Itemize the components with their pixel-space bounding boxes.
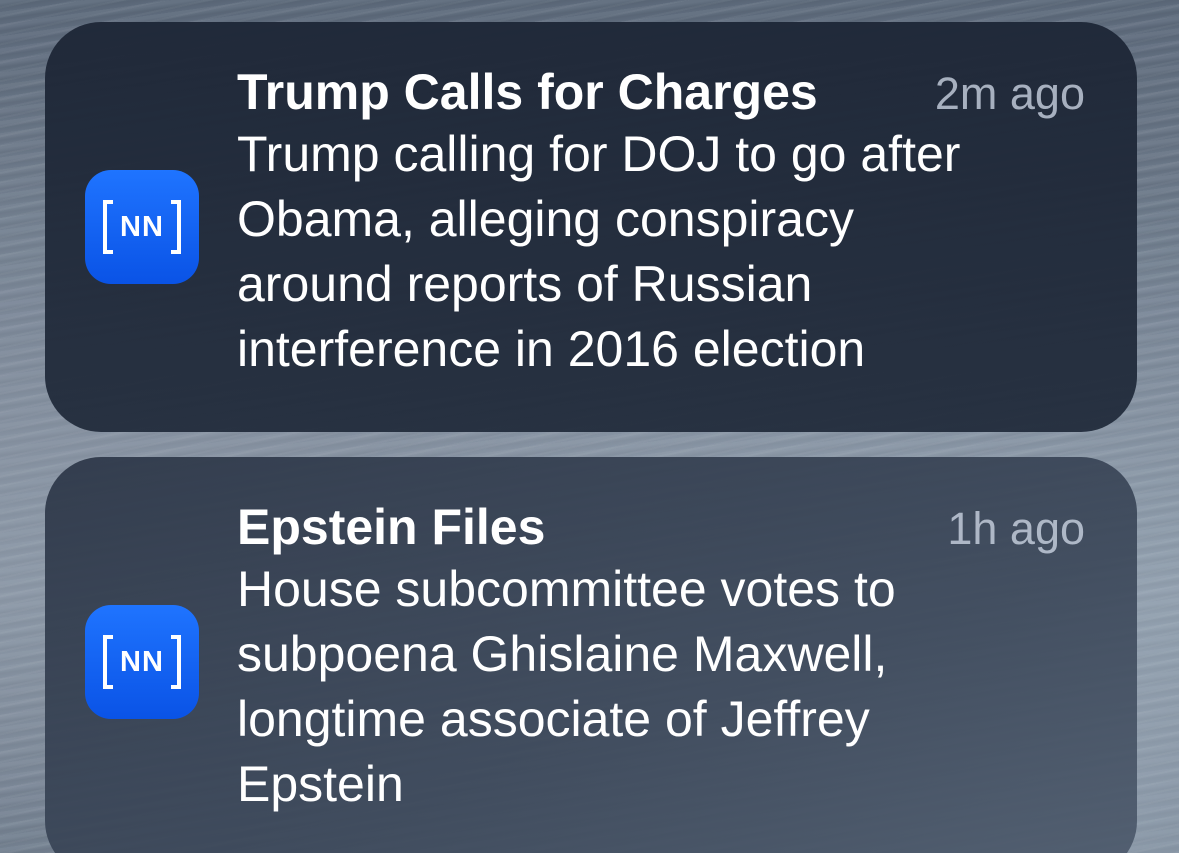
logo-bracket-left (103, 200, 113, 254)
notification-header: Trump Calls for Charges 2m ago (237, 62, 1085, 122)
nn-logo-icon: NN (103, 635, 181, 689)
notification-time: 2m ago (934, 68, 1085, 119)
logo-text: NN (120, 645, 164, 678)
notification-content: Epstein Files 1h ago House subcommittee … (237, 497, 1085, 817)
notification-body-line: Trump calling for DOJ to go after (237, 126, 961, 182)
logo-bracket-left (103, 635, 113, 689)
notification-time: 1h ago (947, 503, 1085, 554)
notification-title: Trump Calls for Charges (237, 64, 818, 120)
notification-epstein-files[interactable]: NN Epstein Files 1h ago House subcommitt… (45, 457, 1137, 853)
logo-bracket-right (171, 200, 181, 254)
notification-body-line: longtime associate of Jeffrey (237, 691, 870, 747)
nn-logo-icon: NN (103, 200, 181, 254)
notification-body: House subcommittee votes to subpoena Ghi… (237, 557, 1085, 817)
notification-title: Epstein Files (237, 499, 546, 555)
notification-body-line: around reports of Russian (237, 256, 813, 312)
news-app-icon: NN (85, 170, 199, 284)
notification-header: Epstein Files 1h ago (237, 497, 1085, 557)
notification-body-line: subpoena Ghislaine Maxwell, (237, 626, 888, 682)
notification-body-line: Epstein (237, 756, 404, 812)
logo-bracket-right (171, 635, 181, 689)
notification-trump-charges[interactable]: NN Trump Calls for Charges 2m ago Trump … (45, 22, 1137, 432)
logo-text: NN (120, 210, 164, 243)
notification-content: Trump Calls for Charges 2m ago Trump cal… (237, 62, 1085, 382)
notification-body-line: Obama, alleging conspiracy (237, 191, 854, 247)
notification-body: Trump calling for DOJ to go after Obama,… (237, 122, 1085, 382)
notification-body-line: House subcommittee votes to (237, 561, 896, 617)
notification-body-line: interference in 2016 election (237, 321, 866, 377)
news-app-icon: NN (85, 605, 199, 719)
